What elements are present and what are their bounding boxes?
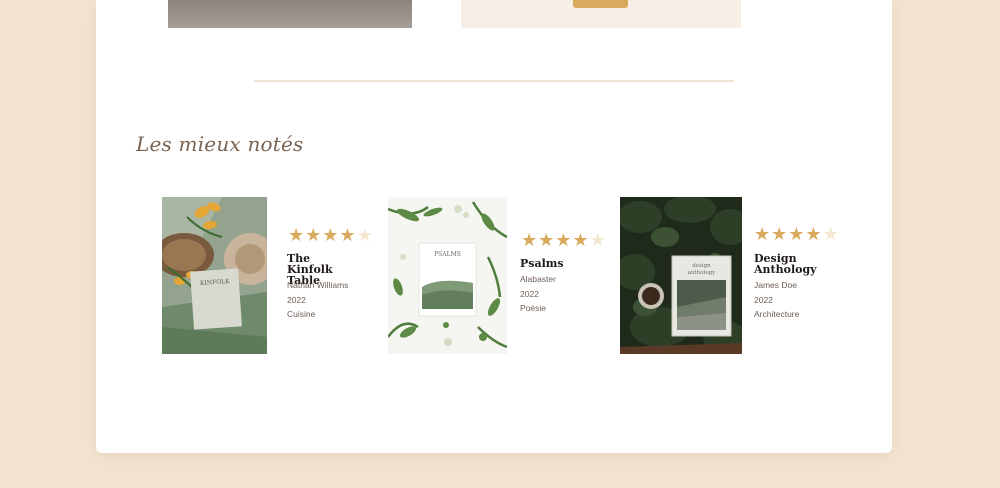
star-filled-icon: ★ — [339, 225, 356, 245]
book-author: Alabaster — [520, 274, 556, 284]
cover-image: design anthology — [620, 197, 742, 354]
book-cover[interactable]: design anthology — [620, 197, 742, 354]
star-empty-icon: ★ — [356, 225, 373, 245]
section-divider — [254, 80, 734, 82]
book-author: Nathan Williams — [287, 280, 349, 290]
rating-stars: ★ ★ ★ ★ ★ — [754, 225, 839, 243]
book-author: James Doe — [754, 280, 797, 290]
book-meta: Nathan Williams 2022 Cuisine — [287, 278, 348, 322]
star-filled-icon: ★ — [771, 224, 788, 244]
book-genre: Cuisine — [287, 309, 316, 319]
cover-image: PSALMS — [388, 197, 507, 354]
featured-button[interactable] — [573, 0, 628, 8]
book-genre: Poésie — [520, 303, 546, 313]
star-filled-icon: ★ — [555, 230, 572, 250]
rating-stars: ★ ★ ★ ★ ★ — [521, 231, 606, 249]
star-filled-icon: ★ — [754, 224, 771, 244]
svg-text:anthology: anthology — [688, 270, 716, 276]
cover-image: KINFOLK — [162, 197, 267, 354]
book-cover[interactable]: KINFOLK — [162, 197, 267, 354]
svg-text:PSALMS: PSALMS — [434, 251, 461, 258]
star-filled-icon: ★ — [322, 225, 339, 245]
book-cover[interactable]: PSALMS — [388, 197, 507, 354]
book-year: 2022 — [520, 288, 539, 299]
book-title[interactable]: Psalms — [520, 258, 564, 269]
star-filled-icon: ★ — [805, 224, 822, 244]
featured-panel — [461, 0, 741, 28]
section-title: Les mieux notés — [136, 132, 304, 156]
svg-text:design: design — [692, 263, 711, 269]
book-title[interactable]: Design Anthology — [754, 253, 817, 275]
star-empty-icon: ★ — [822, 224, 839, 244]
book-meta: Alabaster 2022 Poésie — [520, 272, 556, 316]
book-genre: Architecture — [754, 309, 800, 319]
star-filled-icon: ★ — [538, 230, 555, 250]
star-filled-icon: ★ — [288, 225, 305, 245]
content-card: Les mieux notés KINFOLK ★ ★ ★ ★ ★ The Ki… — [96, 0, 892, 453]
star-empty-icon: ★ — [589, 230, 606, 250]
book-year: 2022 — [287, 294, 306, 305]
star-filled-icon: ★ — [521, 230, 538, 250]
rating-stars: ★ ★ ★ ★ ★ — [288, 226, 373, 244]
star-filled-icon: ★ — [305, 225, 322, 245]
star-filled-icon: ★ — [788, 224, 805, 244]
featured-image[interactable] — [168, 0, 412, 28]
star-filled-icon: ★ — [572, 230, 589, 250]
book-year: 2022 — [754, 294, 773, 305]
book-meta: James Doe 2022 Architecture — [754, 278, 799, 322]
